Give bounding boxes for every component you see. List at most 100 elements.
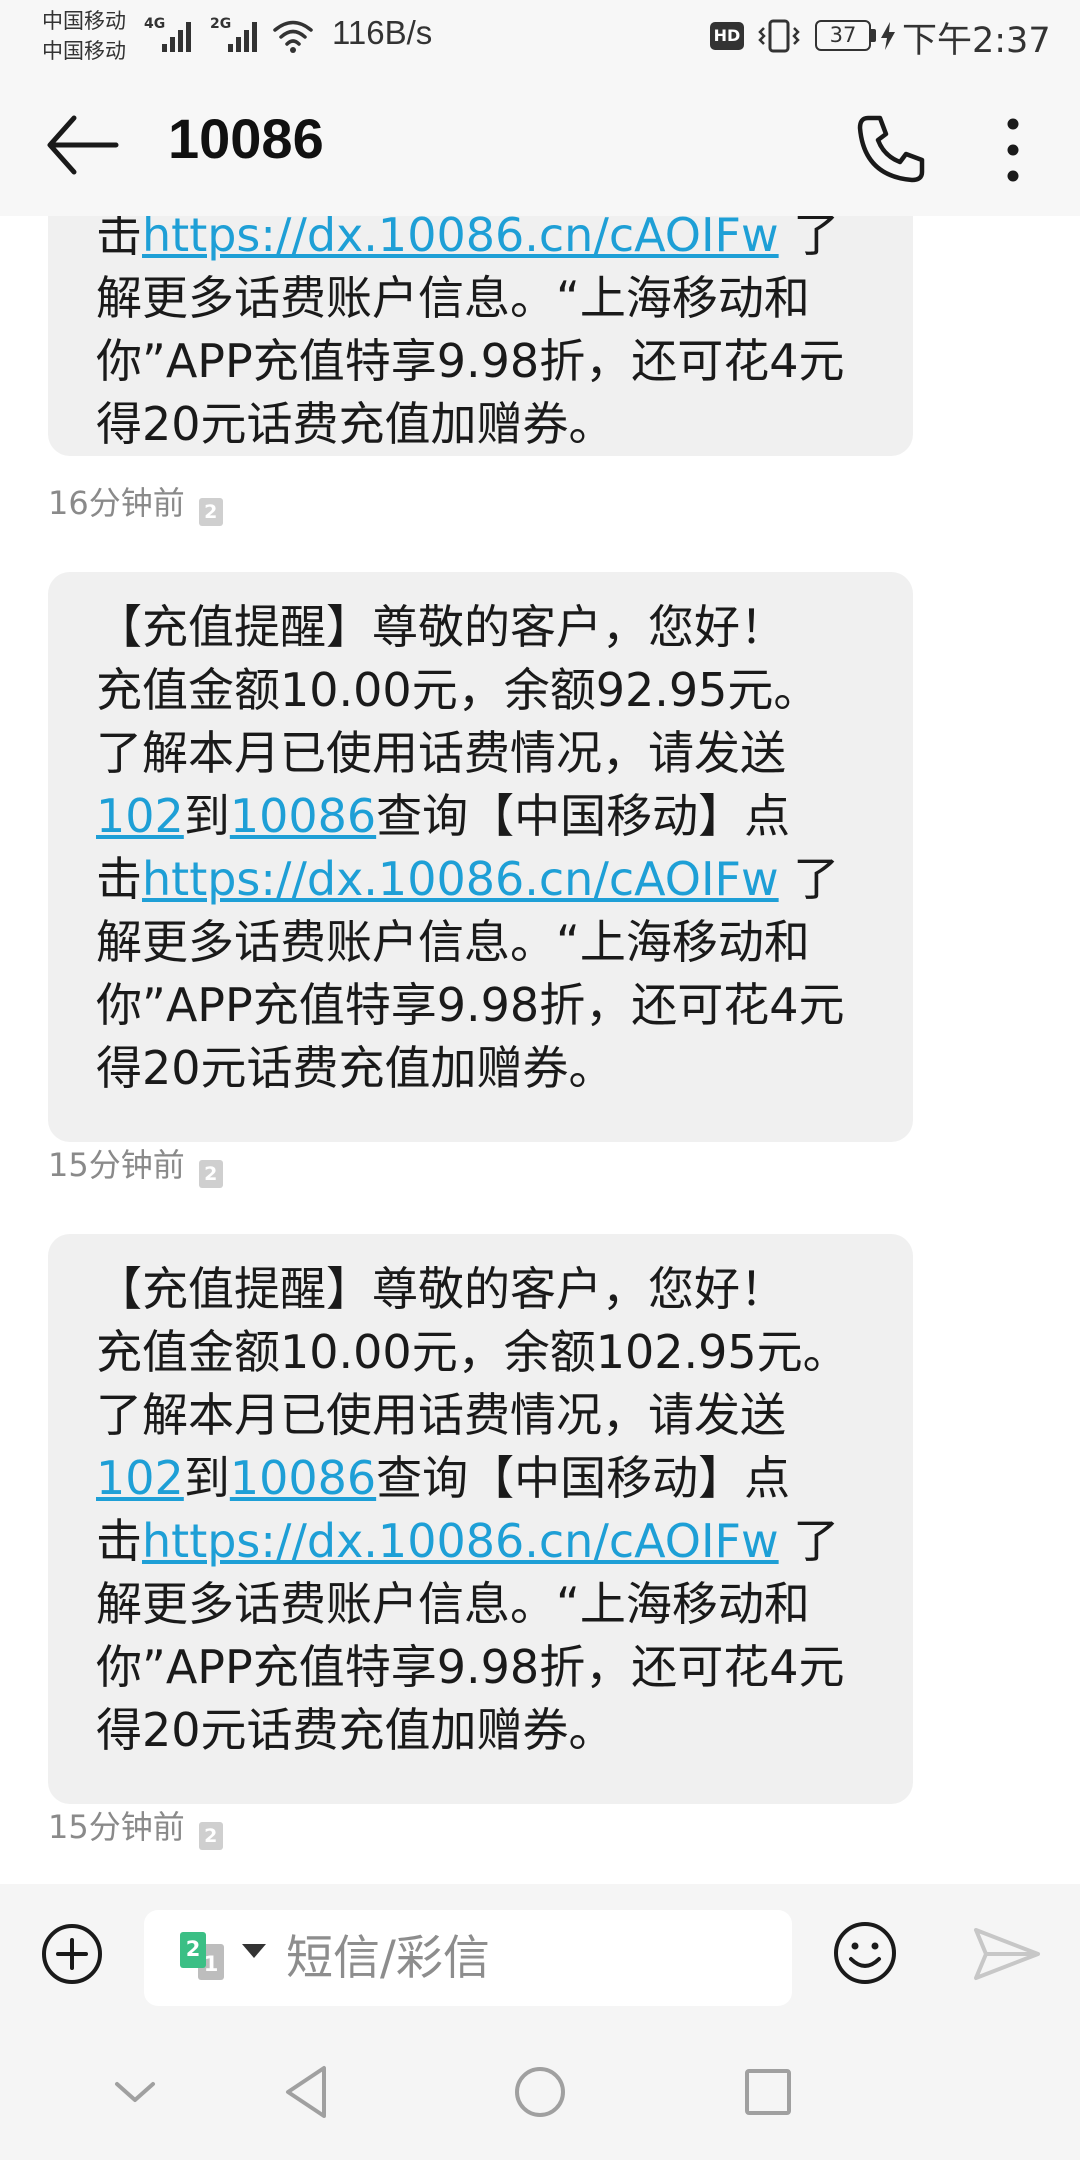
contact-title: 10086 [168, 107, 324, 170]
status-bar: 中国移动 中国移动 4G 2G 116B/s HD 37 下午2:37 [0, 0, 1080, 72]
message-line: 你”APP充值特享9.98折，还可花4元 [96, 330, 865, 393]
more-options-button[interactable] [990, 112, 1036, 188]
message-bubble[interactable]: 【充值提醒】尊敬的客户，您好！ 充值金额10.00元，余额102.95元。 了解本月… [48, 1234, 913, 1804]
charging-bolt-icon [881, 22, 895, 50]
message-line: 了解本月已使用话费情况，请发送 [96, 722, 865, 785]
message-text: 了解本月已使用话费情况，请发送 [96, 726, 786, 780]
message-text: 你”APP充值特享9.98折，还可花4元 [96, 1640, 845, 1694]
message-line: 102到10086查询【中国移动】点 [96, 1447, 865, 1510]
message-text: 了 [778, 1514, 840, 1568]
send-icon [974, 1928, 1040, 1980]
system-navigation-bar [0, 2024, 1080, 2160]
sim-card-icon: 2 [198, 1822, 223, 1850]
message-text: 击 [96, 1514, 142, 1568]
message-line: 【充值提醒】尊敬的客户，您好！ [96, 1258, 865, 1321]
sim-selector[interactable]: 1 2 [180, 1932, 282, 1982]
message-meta: 15分钟前 2 [48, 1140, 223, 1188]
message-line: 得20元话费充值加赠券。 [96, 393, 865, 456]
message-link[interactable]: 10086 [230, 1451, 376, 1505]
message-text: 查询【中国移动】点 [376, 789, 791, 843]
send-button[interactable] [972, 1924, 1042, 1984]
back-triangle-icon [286, 2066, 326, 2118]
attach-button[interactable] [40, 1922, 104, 1986]
message-line: 充值金额10.00元，余额92.95元。 [96, 659, 865, 722]
message-text: 你”APP充值特享9.98折，还可花4元 [96, 334, 845, 388]
message-bubble[interactable]: 【充值提醒】尊敬的客户，您好！ 充值金额10.00元，余额92.95元。 了解本月已… [48, 572, 913, 1142]
message-text: 【充值提醒】尊敬的客户，您好！ [96, 600, 786, 654]
message-text: 击 [96, 216, 142, 262]
message-line: 解更多话费账户信息。“上海移动和 [96, 1573, 865, 1636]
message-text: 击 [96, 852, 142, 906]
message-bubble[interactable]: 击https://dx.10086.cn/cAOIFw 了解更多话费账户信息。“… [48, 216, 913, 456]
emoji-icon [834, 1922, 896, 1984]
home-circle-icon [515, 2067, 565, 2117]
message-line: 了解本月已使用话费情况，请发送 [96, 1384, 865, 1447]
message-line: 击https://dx.10086.cn/cAOIFw 了 [96, 1510, 865, 1573]
call-button[interactable] [850, 110, 930, 190]
battery-level: 37 [815, 20, 871, 51]
nav-back-button[interactable] [268, 2052, 348, 2132]
conversation-header: 10086 [0, 72, 1080, 216]
hide-keyboard-button[interactable] [95, 2052, 175, 2132]
message-link[interactable]: 10086 [230, 789, 376, 843]
message-link[interactable]: 102 [96, 1451, 184, 1505]
network-speed: 116B/s [332, 14, 433, 51]
back-button[interactable] [44, 110, 124, 180]
vibrate-icon [758, 19, 800, 53]
message-line: 得20元话费充值加赠券。 [96, 1037, 865, 1100]
message-input[interactable] [284, 1924, 764, 1992]
message-text: 到 [183, 789, 230, 843]
message-text: 【充值提醒】尊敬的客户，您好！ [96, 1262, 786, 1316]
message-text: 了 [778, 216, 840, 262]
message-text: 了 [778, 852, 840, 906]
more-vertical-icon [1007, 118, 1019, 182]
battery-tip [871, 29, 876, 42]
message-text: 查询【中国移动】点 [376, 1451, 791, 1505]
signal-strength-1-icon [162, 22, 191, 52]
nav-recents-button[interactable] [728, 2052, 808, 2132]
message-line: 充值金额10.00元，余额102.95元。 [96, 1321, 865, 1384]
message-text: 解更多话费账户信息。“上海移动和 [96, 1577, 810, 1631]
message-text: 解更多话费账户信息。“上海移动和 [96, 915, 810, 969]
recents-square-icon [745, 2069, 791, 2115]
status-right-group: HD 37 下午2:37 [700, 0, 1080, 72]
message-link[interactable]: 102 [96, 789, 184, 843]
message-line: 102到10086查询【中国移动】点 [96, 785, 865, 848]
message-line: 你”APP充值特享9.98折，还可花4元 [96, 1636, 865, 1699]
back-arrow-icon [47, 115, 119, 175]
sim-2-icon: 2 [180, 1932, 206, 1968]
message-line: 【充值提醒】尊敬的客户，您好！ [96, 596, 865, 659]
message-text: 充值金额10.00元，余额102.95元。 [96, 1325, 849, 1379]
nav-home-button[interactable] [500, 2052, 580, 2132]
message-line: 得20元话费充值加赠券。 [96, 1699, 865, 1762]
message-text: 到 [183, 1451, 230, 1505]
message-meta: 16分钟前 2 [48, 478, 223, 526]
add-circle-icon [42, 1924, 102, 1984]
message-link[interactable]: https://dx.10086.cn/cAOIFw [142, 852, 779, 906]
message-text: 得20元话费充值加赠券。 [96, 1041, 615, 1095]
message-link[interactable]: https://dx.10086.cn/cAOIFw [142, 1514, 779, 1568]
message-line: 解更多话费账户信息。“上海移动和 [96, 267, 865, 330]
carrier-1-label: 中国移动 [42, 9, 126, 33]
message-timestamp: 16分钟前 [48, 484, 185, 522]
message-text: 解更多话费账户信息。“上海移动和 [96, 271, 810, 325]
message-timestamp: 15分钟前 [48, 1146, 185, 1184]
compose-bar: 1 2 [0, 1884, 1080, 2024]
message-text: 得20元话费充值加赠券。 [96, 397, 615, 451]
carrier-labels: 中国移动 中国移动 [42, 6, 126, 66]
sim-card-icon: 2 [198, 1160, 223, 1188]
message-timestamp: 15分钟前 [48, 1808, 185, 1846]
message-link[interactable]: https://dx.10086.cn/cAOIFw [142, 216, 779, 262]
message-line: 击https://dx.10086.cn/cAOIFw 了 [96, 848, 865, 911]
caret-down-icon [242, 1944, 266, 1958]
message-text: 得20元话费充值加赠券。 [96, 1703, 615, 1757]
message-text: 了解本月已使用话费情况，请发送 [96, 1388, 786, 1442]
carrier-2-label: 中国移动 [42, 39, 126, 63]
emoji-button[interactable] [832, 1920, 898, 1986]
message-input-box: 1 2 [144, 1910, 792, 2006]
sim-card-icon: 2 [198, 498, 223, 526]
message-line: 击https://dx.10086.cn/cAOIFw 了 [96, 216, 865, 267]
message-line: 解更多话费账户信息。“上海移动和 [96, 911, 865, 974]
phone-icon [857, 115, 925, 183]
message-list[interactable]: 击https://dx.10086.cn/cAOIFw 了解更多话费账户信息。“… [0, 216, 1080, 1884]
